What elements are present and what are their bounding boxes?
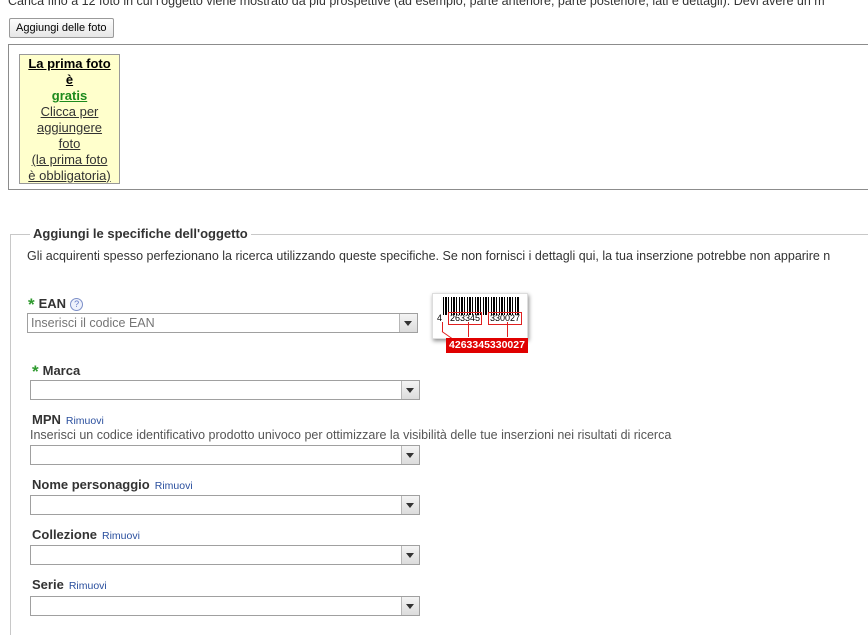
add-photos-button[interactable]: Aggiungi delle foto <box>9 18 114 38</box>
required-mark: * <box>28 295 35 314</box>
mpn-combo[interactable] <box>30 445 420 465</box>
serie-combo[interactable] <box>30 596 420 616</box>
serie-label: Serie Rimuovi <box>32 577 107 592</box>
chevron-down-icon[interactable] <box>401 546 419 564</box>
chevron-down-icon[interactable] <box>399 314 417 332</box>
chevron-down-icon[interactable] <box>401 597 419 615</box>
chevron-down-icon[interactable] <box>401 381 419 399</box>
photo-slot-line: (la prima foto <box>31 152 108 167</box>
mpn-input[interactable] <box>31 446 405 464</box>
barcode-illustration: 4 263345 330027 <box>432 293 528 339</box>
marca-label-text: Marca <box>42 363 81 378</box>
first-photo-slot[interactable]: La prima foto è gratis Clicca per aggiun… <box>19 54 120 184</box>
collezione-combo[interactable] <box>30 545 420 565</box>
barcode-group-1: 263345 <box>448 312 483 325</box>
photo-slot-free: gratis <box>51 88 88 103</box>
barcode-full-number: 4263345330027 <box>446 338 528 353</box>
photo-panel: La prima foto è gratis Clicca per aggiun… <box>8 44 868 190</box>
collezione-input[interactable] <box>31 546 405 564</box>
ean-input[interactable] <box>28 314 403 332</box>
photo-slot-line: è <box>65 72 74 87</box>
barcode-group-2: 330027 <box>488 312 523 325</box>
mpn-remove-link[interactable]: Rimuovi <box>66 415 104 427</box>
mpn-label-text: MPN <box>32 412 61 427</box>
nome-personaggio-label: Nome personaggio Rimuovi <box>32 477 193 492</box>
marca-label: * Marca <box>32 360 81 381</box>
nome-personaggio-input[interactable] <box>31 496 405 514</box>
photo-slot-line: La prima foto <box>28 56 111 71</box>
nome-personaggio-remove-link[interactable]: Rimuovi <box>155 480 193 492</box>
serie-input[interactable] <box>31 597 405 615</box>
mpn-hint: Inserisci un codice identificativo prodo… <box>30 428 672 442</box>
collezione-label: Collezione Rimuovi <box>32 527 140 542</box>
nome-personaggio-combo[interactable] <box>30 495 420 515</box>
photo-slot-line: aggiungere <box>36 120 103 135</box>
serie-label-text: Serie <box>32 577 64 592</box>
photo-slot-line: foto <box>58 136 81 151</box>
collezione-remove-link[interactable]: Rimuovi <box>102 530 140 542</box>
marca-input[interactable] <box>31 381 405 399</box>
photo-intro-text: Carica fino a 12 foto in cui l'oggetto v… <box>8 0 825 8</box>
nome-personaggio-label-text: Nome personaggio <box>32 477 150 492</box>
photo-slot-line: Clicca per <box>40 104 99 119</box>
serie-remove-link[interactable]: Rimuovi <box>69 580 107 592</box>
mpn-label: MPN Rimuovi <box>32 412 104 427</box>
help-icon[interactable]: ? <box>70 298 84 311</box>
ean-label-text: EAN <box>38 296 67 311</box>
photo-slot-line: è obbligatoria) <box>28 168 111 183</box>
collezione-label-text: Collezione <box>32 527 98 542</box>
ean-combo[interactable] <box>27 313 418 333</box>
chevron-down-icon[interactable] <box>401 496 419 514</box>
marca-combo[interactable] <box>30 380 420 400</box>
ean-label: * EAN? <box>28 293 84 314</box>
specs-title: Aggiungi le specifiche dell'oggetto <box>30 226 251 241</box>
specs-description: Gli acquirenti spesso perfezionano la ri… <box>27 249 831 263</box>
barcode-connector <box>468 322 469 337</box>
required-mark: * <box>32 362 39 381</box>
barcode-connector <box>507 322 508 337</box>
chevron-down-icon[interactable] <box>401 446 419 464</box>
